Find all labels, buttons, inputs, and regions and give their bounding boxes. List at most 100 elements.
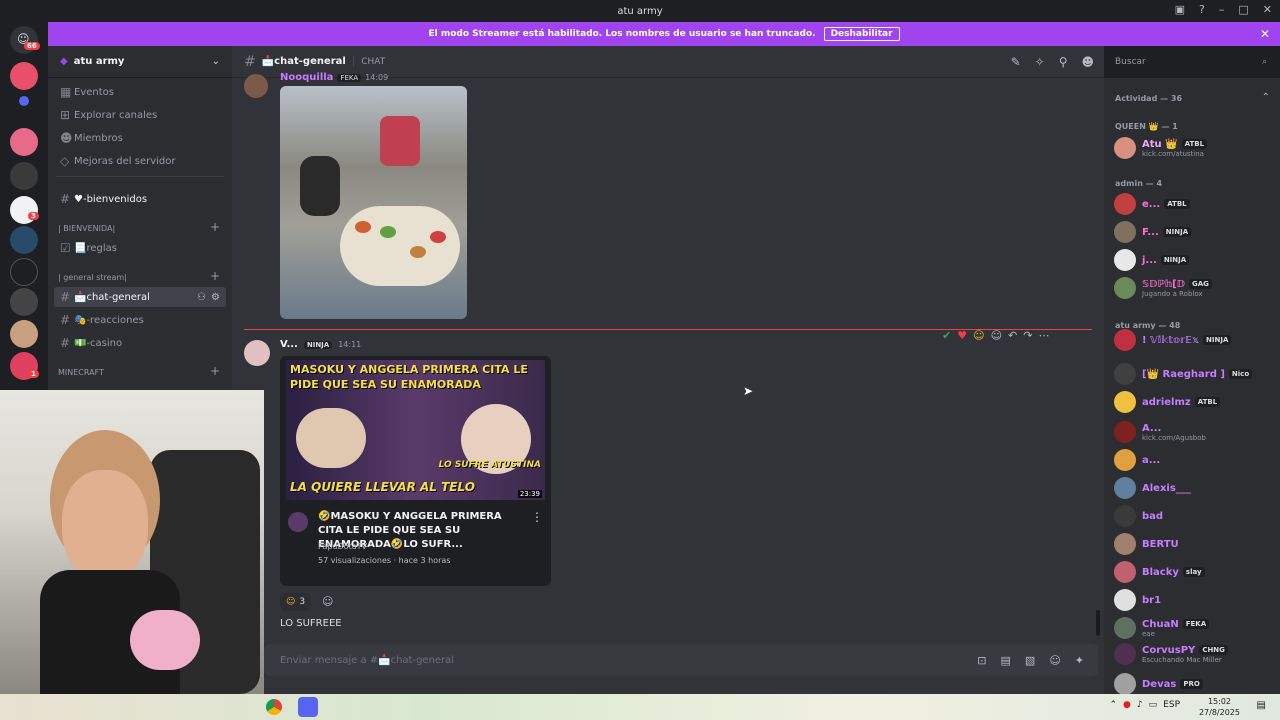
maximize-button[interactable]: □ <box>1238 3 1248 16</box>
member-item[interactable]: ChuaN FEKA eae <box>1114 616 1274 640</box>
avatar <box>1114 421 1136 443</box>
pin-icon[interactable]: ⚲ <box>1059 55 1068 69</box>
more-icon[interactable]: ⋯ <box>1038 329 1049 342</box>
menu-server-boost[interactable]: ◇ Mejoras del servidor <box>54 151 226 171</box>
add-channel-icon[interactable]: + <box>210 220 220 234</box>
help-icon[interactable]: ? <box>1199 3 1205 16</box>
category-minecraft[interactable]: MINECRAFT <box>58 368 104 377</box>
record-icon[interactable]: ● <box>1123 700 1131 710</box>
member-item[interactable]: adrielmz ATBL <box>1114 390 1274 414</box>
channel-chat-general[interactable]: # 📩chat-general ⚙ ⚇ <box>54 287 226 307</box>
message-author[interactable]: Nooquilla <box>280 72 333 83</box>
server-icon[interactable] <box>10 258 38 286</box>
close-banner-icon[interactable]: ✕ <box>1260 27 1270 41</box>
member-item[interactable]: A... kick.com/Agusbob <box>1114 420 1274 444</box>
language-indicator[interactable]: ESP <box>1163 700 1180 710</box>
add-reaction-icon[interactable]: ☺ <box>991 329 1002 342</box>
avatar <box>1114 533 1136 555</box>
server-icon[interactable] <box>10 288 38 316</box>
member-item[interactable]: ! 𝕍𝕚𝕜𝕥𝕠𝕣𝔼𝕩 NINJA <box>1114 328 1274 352</box>
emoji-icon[interactable]: ☺ <box>1049 654 1060 667</box>
apps-icon[interactable]: ✦ <box>1075 654 1084 667</box>
member-item[interactable]: Atu 👑 ATBL kick.com/atustina <box>1114 136 1274 160</box>
user-tag: FEKA <box>337 73 362 82</box>
message-author[interactable]: V... <box>280 339 298 350</box>
category-general-stream[interactable]: | general stream| <box>58 273 127 282</box>
inbox-icon[interactable]: ▣ <box>1175 3 1185 16</box>
avatar[interactable] <box>244 74 268 98</box>
reaction-check-icon[interactable]: ✔ <box>942 329 951 342</box>
member-item[interactable]: F... NINJA <box>1114 220 1274 244</box>
server-icon[interactable] <box>10 226 38 254</box>
video-embed[interactable]: MASOKU Y ANGGELA PRIMERA CITA LE PIDE QU… <box>280 356 551 586</box>
video-channel[interactable]: PapuDotaTV <box>318 542 367 551</box>
channel-welcome[interactable]: # ♥-bienvenidos <box>54 189 226 209</box>
menu-events[interactable]: ▦ Eventos <box>54 82 226 102</box>
more-vertical-icon[interactable]: ⋮ <box>531 510 543 524</box>
threads-icon[interactable]: ✎ <box>1011 55 1021 69</box>
reaction-laugh-icon[interactable]: ☺ <box>973 329 984 342</box>
channel-avatar[interactable] <box>288 512 308 532</box>
channel-rules[interactable]: ☑ 📃reglas <box>54 238 226 258</box>
folder-icon[interactable] <box>19 96 29 106</box>
clock[interactable]: 15:02 27/8/2025 <box>1199 696 1240 718</box>
avatar[interactable] <box>244 340 270 366</box>
member-tag: NINJA <box>1162 227 1192 237</box>
member-item[interactable]: BERTU <box>1114 532 1274 556</box>
category-welcome[interactable]: | BIENVENIDA| <box>58 224 115 233</box>
channel-casino[interactable]: # 💵-casino <box>54 333 226 353</box>
avatar <box>1114 617 1136 639</box>
member-item[interactable]: br1 <box>1114 588 1274 612</box>
member-item[interactable]: [👑 Raeghard ] Nico <box>1114 362 1274 386</box>
video-meta: 57 visualizaciones · hace 3 horas <box>318 556 451 565</box>
menu-browse-channels[interactable]: ⊞ Explorar canales <box>54 105 226 125</box>
gift-icon[interactable]: ⊡ <box>977 654 986 667</box>
member-item[interactable]: j... NINJA <box>1114 248 1274 272</box>
member-item[interactable]: Devas PRO <box>1114 672 1274 696</box>
guild-header[interactable]: ◆ atu army ⌄ <box>48 46 232 78</box>
message-input[interactable]: Enviar mensaje a #📩chat-general ⊡ ▤ ▧ ☺ … <box>264 644 1098 676</box>
image-attachment[interactable] <box>280 86 467 319</box>
network-icon[interactable]: ▭ <box>1149 700 1158 710</box>
volume-icon[interactable]: ♪ <box>1137 700 1143 710</box>
reply-icon[interactable]: ↶ <box>1008 329 1017 342</box>
member-item[interactable]: Blacky slay <box>1114 560 1274 584</box>
chrome-icon[interactable] <box>266 699 282 715</box>
member-item[interactable]: CorvusPY CHNG Escuchando Mac Miller <box>1114 642 1274 666</box>
gif-icon[interactable]: ▤ <box>1001 654 1011 667</box>
reaction-pill[interactable]: ☺ 3 <box>280 593 312 611</box>
forward-icon[interactable]: ↷ <box>1023 329 1032 342</box>
discord-taskbar-icon[interactable] <box>298 697 318 717</box>
tray-chevron-icon[interactable]: ⌃ <box>1110 700 1118 710</box>
notifications-icon[interactable]: ▤ <box>1257 700 1266 711</box>
member-item[interactable]: a... <box>1114 448 1274 472</box>
member-status: kick.com/atustina <box>1142 149 1204 158</box>
member-list-icon[interactable]: ☻ <box>1081 55 1094 69</box>
chevron-up-icon[interactable]: ⌃ <box>1262 92 1270 103</box>
member-item[interactable]: bad <box>1114 504 1274 528</box>
server-icon[interactable] <box>10 128 38 156</box>
add-reaction-icon[interactable]: ☺ <box>322 595 333 608</box>
disable-streamer-button[interactable]: Deshabilitar <box>823 27 900 41</box>
minimize-button[interactable]: – <box>1219 3 1225 16</box>
sticker-icon[interactable]: ▧ <box>1025 654 1035 667</box>
menu-members[interactable]: ☻ Miembros <box>54 128 226 148</box>
scrollbar[interactable] <box>1096 610 1100 636</box>
channel-reactions[interactable]: # 🎭-reacciones <box>54 310 226 330</box>
server-icon[interactable] <box>10 62 38 90</box>
search-input[interactable]: Buscar ⌕ <box>1110 53 1272 71</box>
server-icon[interactable] <box>10 320 38 348</box>
add-channel-icon[interactable]: + <box>210 269 220 283</box>
reaction-heart-icon[interactable]: ♥ <box>957 329 967 342</box>
server-icon[interactable] <box>10 162 38 190</box>
member-item[interactable]: e... ATBL <box>1114 192 1274 216</box>
member-name: Blacky <box>1142 566 1179 578</box>
settings-icon[interactable]: ⚙ <box>211 292 220 303</box>
member-item[interactable]: 𝕊𝔻ℙ𝕙[𝔻 GAG Jugando a Roblox <box>1114 276 1274 300</box>
close-button[interactable]: ✕ <box>1263 3 1272 16</box>
add-channel-icon[interactable]: + <box>210 364 220 378</box>
invite-icon[interactable]: ⚇ <box>197 292 206 303</box>
notification-bell-icon[interactable]: ✧ <box>1035 55 1045 69</box>
member-item[interactable]: Alexis___ <box>1114 476 1274 500</box>
video-thumbnail[interactable]: MASOKU Y ANGGELA PRIMERA CITA LE PIDE QU… <box>286 360 545 500</box>
